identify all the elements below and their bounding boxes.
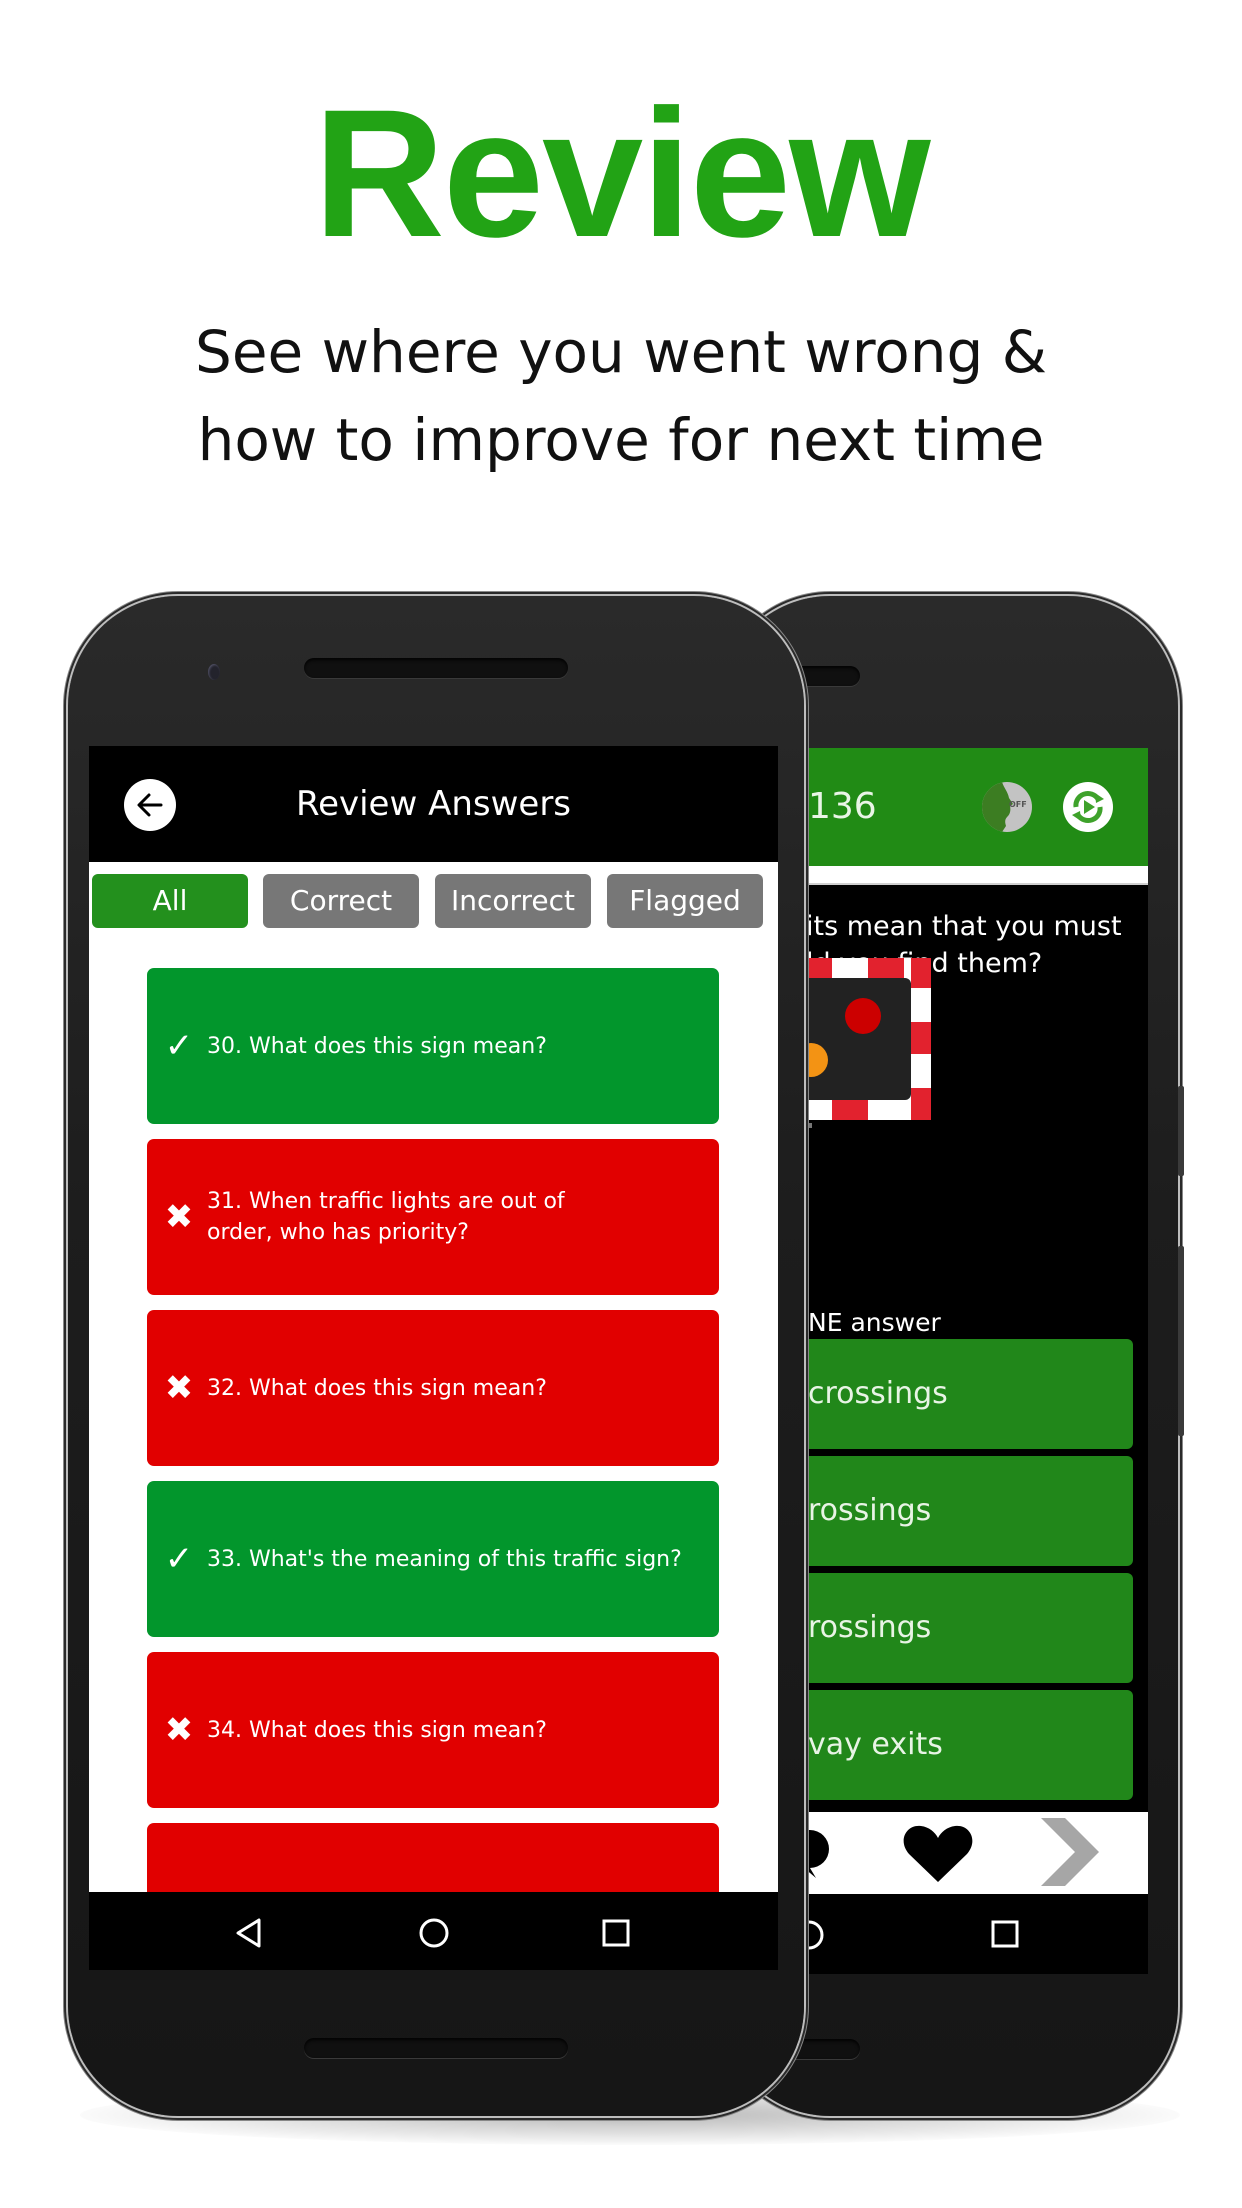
- voice-toggle-button[interactable]: OFF: [982, 782, 1032, 832]
- question-text: 34. What does this sign mean?: [207, 1717, 547, 1743]
- review-answers-screen: Review Answers All Correct Incorrect Fla…: [89, 746, 778, 1970]
- bottom-speaker: [304, 2038, 568, 2058]
- question-row[interactable]: ✖ 34. What does this sign mean?: [147, 1652, 719, 1808]
- filter-tab-flagged[interactable]: Flagged: [607, 874, 763, 928]
- power-button: [1178, 1246, 1184, 1436]
- home-circle-icon: [419, 1918, 449, 1948]
- quiz-header: 136 OFF: [806, 748, 1148, 866]
- recents-square-icon: [602, 1919, 630, 1947]
- question-row[interactable]: ✓ 30. What does this sign mean?: [147, 968, 719, 1124]
- quiz-screen: 136 OFF its mean that you must ld: [806, 748, 1148, 1974]
- home-circle-icon[interactable]: [806, 1918, 826, 1952]
- checkmark-icon: ✓: [164, 1026, 194, 1066]
- level-crossing-sign-image: [806, 958, 931, 1128]
- answer-option[interactable]: crossings: [806, 1339, 1133, 1449]
- checkmark-icon: ✓: [164, 1539, 194, 1579]
- question-line1: its mean that you must: [806, 911, 1122, 942]
- quiz-toolbar: [806, 1812, 1148, 1894]
- phone-left: Review Answers All Correct Incorrect Fla…: [68, 596, 804, 2116]
- system-nav-bar: [89, 1892, 778, 1970]
- nav-recents-button[interactable]: [586, 1892, 646, 1970]
- page-title: Review Answers: [295, 784, 572, 824]
- recents-square-icon[interactable]: [990, 1919, 1020, 1949]
- nav-back-button[interactable]: [219, 1892, 279, 1970]
- back-triangle-icon: [236, 1918, 261, 1948]
- answer-option[interactable]: vay exits: [806, 1690, 1133, 1800]
- question-text: 32. What does this sign mean?: [207, 1375, 547, 1401]
- heart-icon[interactable]: [903, 1824, 973, 1884]
- info-bubble-icon[interactable]: [806, 1824, 836, 1884]
- answer-option[interactable]: rossings: [806, 1573, 1133, 1683]
- filter-tab-all[interactable]: All: [92, 874, 248, 928]
- question-text: 30. What does this sign mean?: [207, 1033, 547, 1059]
- promo-title: Review: [313, 71, 930, 275]
- system-nav-bar: [806, 1894, 1148, 1974]
- nav-home-button[interactable]: [404, 1892, 464, 1970]
- question-row[interactable]: ✖ 32. What does this sign mean?: [147, 1310, 719, 1466]
- filter-tab-correct[interactable]: Correct: [263, 874, 419, 928]
- promo-subtitle-line2: how to improve for next time: [197, 406, 1045, 474]
- app-header: Review Answers: [89, 746, 778, 862]
- cross-icon: ✖: [164, 1197, 194, 1237]
- volume-button: [1178, 1086, 1184, 1176]
- choose-one-label: NE answer: [808, 1308, 941, 1337]
- question-text: 31. When traffic lights are out of order…: [207, 1189, 565, 1245]
- answer-option[interactable]: rossings: [806, 1456, 1133, 1566]
- top-speaker: [304, 658, 568, 678]
- next-chevron-icon[interactable]: [1039, 1816, 1103, 1888]
- replay-icon: [1072, 791, 1104, 823]
- question-text: 33. What's the meaning of this traffic s…: [207, 1546, 682, 1572]
- filter-tabs: All Correct Incorrect Flagged: [92, 874, 778, 930]
- question-counter: 136: [808, 786, 877, 827]
- question-row[interactable]: ✖ 31. When traffic lights are out of ord…: [147, 1139, 719, 1295]
- front-camera: [208, 664, 220, 680]
- promo-subtitle-line1: See where you went wrong &: [195, 318, 1047, 386]
- cross-icon: ✖: [164, 1710, 194, 1750]
- replay-button[interactable]: [1063, 782, 1113, 832]
- cross-icon: ✖: [164, 1368, 194, 1408]
- progress-strip: [806, 866, 1148, 885]
- filter-tab-incorrect[interactable]: Incorrect: [435, 874, 591, 928]
- voice-toggle-label: OFF: [1009, 800, 1027, 809]
- question-row[interactable]: ✓ 33. What's the meaning of this traffic…: [147, 1481, 719, 1637]
